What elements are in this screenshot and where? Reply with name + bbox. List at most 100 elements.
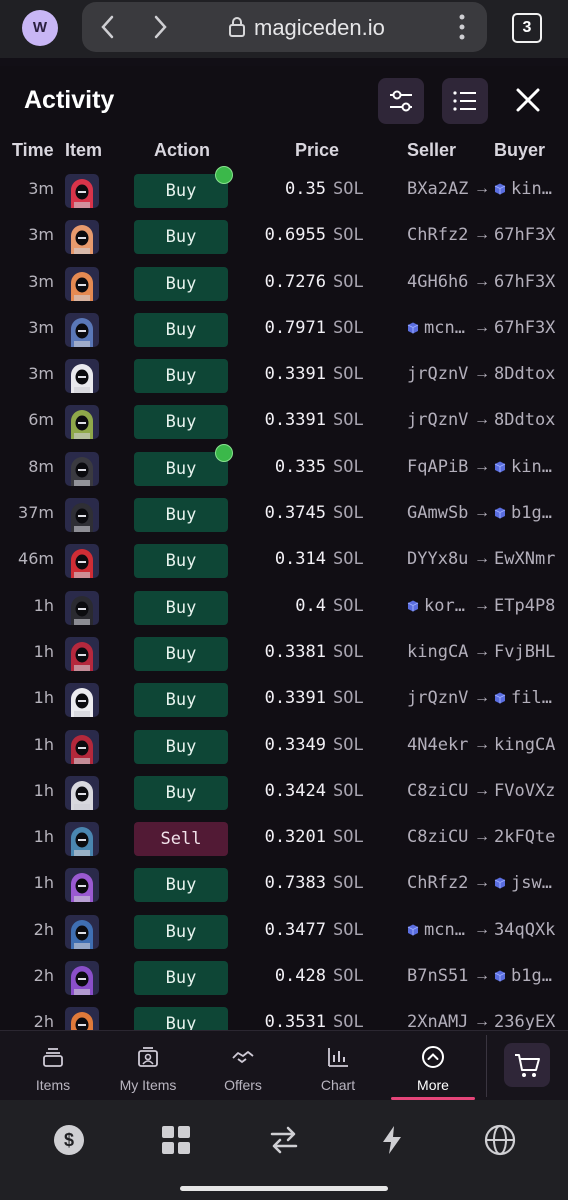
swap-arrows-icon[interactable] bbox=[268, 1124, 300, 1156]
row-seller[interactable]: DYYx8u bbox=[407, 542, 468, 588]
nft-thumbnail[interactable] bbox=[65, 868, 99, 903]
row-buyer[interactable]: 34qQXk bbox=[494, 913, 555, 959]
buy-button[interactable]: Buy bbox=[134, 405, 228, 440]
nft-thumbnail[interactable] bbox=[65, 636, 99, 671]
nft-thumbnail[interactable] bbox=[65, 266, 99, 301]
row-seller[interactable]: GAmwSb bbox=[407, 496, 468, 542]
row-buyer[interactable]: 8Ddtox bbox=[494, 403, 555, 449]
nft-thumbnail[interactable] bbox=[65, 544, 99, 579]
row-seller[interactable]: kingCA bbox=[407, 635, 468, 681]
buy-button[interactable]: Buy bbox=[134, 775, 228, 810]
buy-button[interactable]: Buy bbox=[134, 544, 228, 579]
row-seller[interactable]: 4GH6h6 bbox=[407, 265, 468, 311]
row-seller[interactable]: BXa2AZ bbox=[407, 172, 468, 218]
row-buyer[interactable]: 67hF3X bbox=[494, 265, 555, 311]
row-buyer[interactable]: ETp4P8 bbox=[494, 589, 555, 635]
table-row[interactable]: 8m Buy 0.335 SOL FqAPiB → kin… bbox=[0, 443, 568, 496]
globe-icon[interactable] bbox=[484, 1124, 516, 1156]
row-buyer[interactable]: 67hF3X bbox=[494, 311, 555, 357]
row-seller[interactable]: FqAPiB bbox=[407, 450, 468, 496]
nft-thumbnail[interactable] bbox=[65, 775, 99, 810]
apps-grid-icon[interactable] bbox=[160, 1124, 192, 1156]
table-row[interactable]: 1h Buy 0.4 SOL kor… → ETp4P8 bbox=[0, 589, 568, 635]
close-icon[interactable] bbox=[512, 84, 544, 116]
table-row[interactable]: 1h Buy 0.3391 SOL jrQznV → fil… bbox=[0, 681, 568, 727]
nft-thumbnail[interactable] bbox=[65, 220, 99, 255]
row-buyer[interactable]: jsw… bbox=[494, 866, 552, 912]
column-header-time[interactable]: Time bbox=[12, 140, 54, 161]
dollar-coin-icon[interactable]: $ bbox=[53, 1124, 85, 1156]
row-buyer[interactable]: 67hF3X bbox=[494, 218, 555, 264]
table-row[interactable]: 3m Buy 0.3391 SOL jrQznV → 8Ddtox bbox=[0, 357, 568, 403]
table-row[interactable]: 3m Buy 0.7971 SOL mcn… → 67hF3X bbox=[0, 311, 568, 357]
buy-button[interactable]: Buy bbox=[134, 220, 228, 255]
row-buyer[interactable]: b1g… bbox=[494, 959, 552, 1005]
buy-button[interactable]: Buy bbox=[134, 590, 228, 625]
row-buyer[interactable]: EwXNmr bbox=[494, 542, 555, 588]
table-row[interactable]: 2h Buy 0.428 SOL B7nS51 → b1g… bbox=[0, 959, 568, 1005]
column-header-buyer[interactable]: Buyer bbox=[494, 140, 545, 161]
table-row[interactable]: 6m Buy 0.3391 SOL jrQznV → 8Ddtox bbox=[0, 403, 568, 449]
nft-thumbnail[interactable] bbox=[65, 822, 99, 857]
row-buyer[interactable]: FvjBHL bbox=[494, 635, 555, 681]
nav-more[interactable]: More bbox=[385, 1031, 481, 1101]
buy-button[interactable]: Buy bbox=[134, 312, 228, 347]
nft-thumbnail[interactable] bbox=[65, 961, 99, 996]
address-bar[interactable]: magiceden.io bbox=[82, 2, 487, 52]
row-seller[interactable]: mcn… bbox=[407, 311, 465, 357]
row-seller[interactable]: mcn… bbox=[407, 913, 465, 959]
tab-count-button[interactable]: 3 bbox=[512, 13, 542, 43]
buy-button[interactable]: Buy bbox=[134, 868, 228, 903]
table-row[interactable]: 2h Buy 0.3477 SOL mcn… → 34qQXk bbox=[0, 913, 568, 959]
nft-thumbnail[interactable] bbox=[65, 914, 99, 949]
nav-offers[interactable]: Offers bbox=[195, 1031, 291, 1101]
column-header-item[interactable]: Item bbox=[65, 140, 102, 161]
buy-button[interactable]: Buy bbox=[134, 961, 228, 996]
table-row[interactable]: 1h Buy 0.7383 SOL ChRfz2 → jsw… bbox=[0, 866, 568, 912]
nft-thumbnail[interactable] bbox=[65, 590, 99, 625]
buy-button[interactable]: Buy bbox=[134, 359, 228, 394]
buy-button[interactable]: Buy bbox=[134, 683, 228, 718]
nav-items[interactable]: Items bbox=[5, 1031, 101, 1101]
nft-thumbnail[interactable] bbox=[65, 405, 99, 440]
nav-my-items[interactable]: My Items bbox=[100, 1031, 196, 1101]
row-seller[interactable]: jrQznV bbox=[407, 403, 468, 449]
buy-button[interactable]: Buy bbox=[134, 451, 228, 486]
buy-button[interactable]: Buy bbox=[134, 498, 228, 533]
nft-thumbnail[interactable] bbox=[65, 729, 99, 764]
cart-button[interactable] bbox=[504, 1043, 550, 1087]
table-row[interactable]: 37m Buy 0.3745 SOL GAmwSb → b1g… bbox=[0, 496, 568, 542]
row-buyer[interactable]: b1g… bbox=[494, 496, 552, 542]
buy-button[interactable]: Buy bbox=[134, 174, 228, 208]
row-buyer[interactable]: 8Ddtox bbox=[494, 357, 555, 403]
row-buyer[interactable]: FVoVXz bbox=[494, 774, 555, 820]
nft-thumbnail[interactable] bbox=[65, 498, 99, 533]
nft-thumbnail[interactable] bbox=[65, 174, 99, 208]
sell-button[interactable]: Sell bbox=[134, 822, 228, 857]
nft-thumbnail[interactable] bbox=[65, 683, 99, 718]
buy-button[interactable]: Buy bbox=[134, 729, 228, 764]
row-seller[interactable]: kor… bbox=[407, 589, 465, 635]
buy-button[interactable]: Buy bbox=[134, 636, 228, 671]
filter-button[interactable] bbox=[378, 78, 424, 124]
row-seller[interactable]: B7nS51 bbox=[407, 959, 468, 1005]
nft-thumbnail[interactable] bbox=[65, 312, 99, 347]
row-seller[interactable]: 4N4ekr bbox=[407, 728, 468, 774]
nft-thumbnail[interactable] bbox=[65, 359, 99, 394]
column-header-price[interactable]: Price bbox=[295, 140, 339, 161]
row-buyer[interactable]: 2kFQte bbox=[494, 820, 555, 866]
row-buyer[interactable]: kingCA bbox=[494, 728, 555, 774]
row-seller[interactable]: jrQznV bbox=[407, 357, 468, 403]
list-view-button[interactable] bbox=[442, 78, 488, 124]
column-header-action[interactable]: Action bbox=[154, 140, 210, 161]
forward-arrow-icon[interactable] bbox=[150, 12, 170, 42]
back-arrow-icon[interactable] bbox=[98, 12, 118, 42]
table-row[interactable]: 1h Buy 0.3424 SOL C8ziCU → FVoVXz bbox=[0, 774, 568, 820]
row-seller[interactable]: ChRfz2 bbox=[407, 866, 468, 912]
row-seller[interactable]: jrQznV bbox=[407, 681, 468, 727]
table-row[interactable]: 1h Sell 0.3201 SOL C8ziCU → 2kFQte bbox=[0, 820, 568, 866]
row-seller[interactable]: C8ziCU bbox=[407, 774, 468, 820]
nft-thumbnail[interactable] bbox=[65, 451, 99, 486]
table-row[interactable]: 3m Buy 0.7276 SOL 4GH6h6 → 67hF3X bbox=[0, 265, 568, 311]
buy-button[interactable]: Buy bbox=[134, 914, 228, 949]
